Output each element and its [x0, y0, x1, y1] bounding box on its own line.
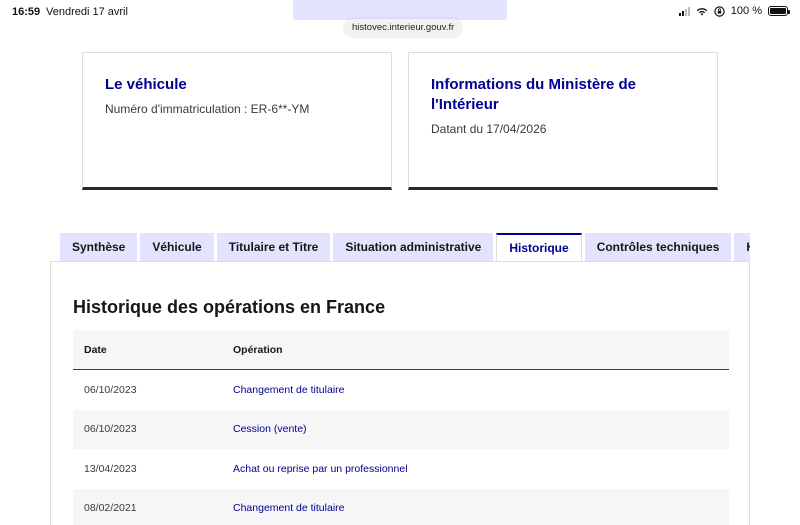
table-row: 06/10/2023 Cession (vente)	[73, 409, 729, 449]
row-operation: Changement de titulaire	[233, 383, 345, 396]
column-header-date: Date	[84, 343, 107, 356]
status-time: 16:59	[12, 6, 41, 18]
wifi-icon	[696, 6, 708, 16]
row-operation: Changement de titulaire	[233, 502, 345, 515]
table-header: Date Opération	[73, 330, 729, 370]
status-indicators: 100 %	[678, 5, 790, 17]
history-title: Historique des opérations en France	[73, 297, 386, 317]
battery-percentage: 100 %	[730, 5, 762, 17]
tab-titulaire-et-titre[interactable]: Titulaire et Titre	[216, 233, 331, 261]
battery-fill	[770, 8, 786, 14]
row-date: 06/10/2023	[84, 383, 137, 396]
row-date: 08/02/2021	[84, 502, 137, 515]
tab-controles-techniques[interactable]: Contrôles techniques	[584, 233, 732, 261]
header-button-partial[interactable]	[293, 0, 507, 20]
column-header-operation: Opération	[233, 343, 283, 356]
table-row: 06/10/2023 Changement de titulaire	[73, 370, 729, 410]
url-bar[interactable]: histovec.interieur.gouv.fr	[344, 19, 463, 37]
cellular-signal-icon	[678, 6, 690, 16]
battery-icon	[768, 6, 790, 16]
row-operation: Cession (vente)	[233, 423, 307, 436]
tab-situation-administrative[interactable]: Situation administrative	[333, 233, 494, 261]
ministry-card-date: Datant du 17/04/2026	[431, 122, 547, 136]
tab-vehicule[interactable]: Véhicule	[140, 233, 214, 261]
vehicle-card-title: Le véhicule	[105, 76, 187, 93]
history-table: Date Opération 06/10/2023 Changement de …	[73, 330, 729, 525]
row-operation: Achat ou reprise par un professionnel	[233, 462, 408, 475]
vehicle-card: Le véhicule Numéro d'immatriculation : E…	[82, 52, 392, 190]
status-date: Vendredi 17 avril	[46, 6, 128, 18]
registration-number: Numéro d'immatriculation : ER-6**-YM	[105, 102, 310, 116]
report-tabs: Synthèse Véhicule Titulaire et Titre Situat…	[60, 233, 750, 261]
row-date: 06/10/2023	[84, 423, 137, 436]
ministry-info-card: Informations du Ministère de l'Intérieur…	[408, 52, 718, 190]
ministry-card-title: Informations du Ministère de l'Intérieur	[431, 76, 637, 113]
tab-kilometrage[interactable]: Kilométrage	[734, 233, 750, 261]
history-panel: Historique des opérations en France Date…	[50, 261, 750, 525]
tab-historique[interactable]: Historique	[496, 233, 582, 261]
tab-synthese[interactable]: Synthèse	[60, 233, 138, 261]
table-row: 13/04/2023 Achat ou reprise par un profe…	[73, 449, 729, 489]
row-date: 13/04/2023	[84, 462, 137, 475]
table-row: 08/02/2021 Changement de titulaire	[73, 488, 729, 525]
orientation-lock-icon	[714, 5, 725, 17]
